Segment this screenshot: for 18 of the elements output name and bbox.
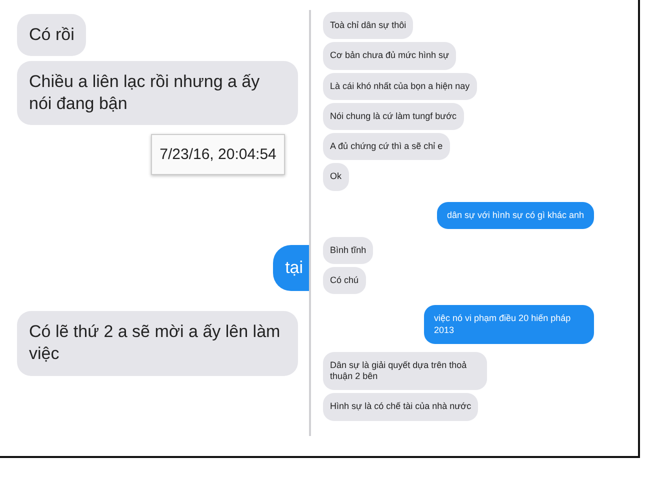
scrollbar[interactable] — [309, 10, 312, 436]
message-bubble: Toà chỉ dân sự thôi — [323, 12, 414, 40]
message-bubble: Là cái khó nhất của bọn a hiện nay — [323, 72, 477, 100]
message-bubble: Chiều a liên lạc rồi nhưng a ấy nói đang bận — [17, 61, 298, 126]
message-bubble: việc nó vi phạm điều 20 hiến pháp 2013 — [424, 305, 594, 344]
message-bubble: Nói chung là cứ làm tungf bước — [323, 102, 464, 130]
message-bubble: Có lẽ thứ 2 a sẽ mời a ấy lên làm việc — [17, 311, 298, 376]
message-bubble: Hình sự là có chế tài của nhà nước — [323, 393, 478, 420]
message-bubble: tại — [273, 245, 310, 292]
message-bubble: Có rồi — [17, 14, 86, 56]
message-bubble: Bình tĩnh — [323, 236, 374, 264]
message-bubble: Có chú — [323, 267, 366, 294]
message-bubble: Cơ bản chưa đủ mức hình sự — [323, 42, 456, 70]
message-bubble: Ok — [323, 163, 349, 190]
message-bubble: Dân sự là giải quyết dựa trên thoả thuận 2 bên — [323, 352, 488, 390]
timestamp-tooltip: 7/23/16, 20:04:54 — [150, 134, 286, 176]
message-bubble: A đủ chứng cứ thì a sẽ chỉ e — [323, 133, 450, 160]
message-bubble: dân sự với hình sự có gì khác anh — [436, 202, 594, 229]
